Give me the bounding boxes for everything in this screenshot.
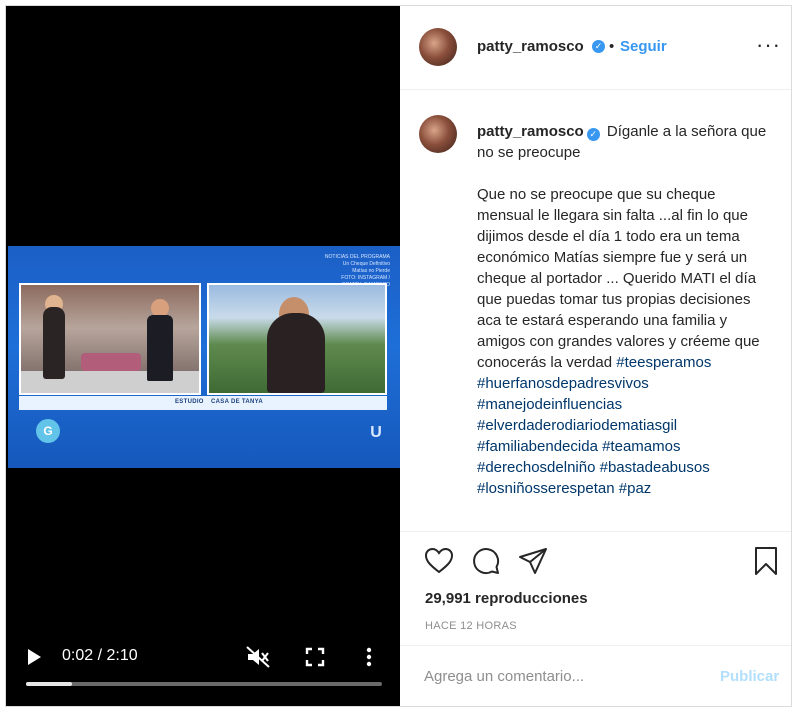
- hashtag-link[interactable]: #bastadeabusos: [600, 459, 710, 476]
- hashtag-link[interactable]: #manejodeinfluencias: [477, 396, 622, 413]
- view-count: 29,991 reproducciones: [425, 590, 588, 607]
- video-controls: 0:02 / 2:10: [6, 634, 400, 694]
- username-link[interactable]: patty_ramosco: [477, 38, 584, 55]
- fullscreen-icon[interactable]: [304, 646, 326, 668]
- post-caption: patty_ramosco ✓ Díganle a la señora que n…: [477, 121, 767, 499]
- label-casa-de-tanya: CASA DE TANYA: [211, 399, 264, 405]
- hashtag-link[interactable]: #elverdaderodiariodematiasgil: [477, 417, 677, 434]
- avatar[interactable]: [419, 28, 457, 66]
- hashtag-link[interactable]: #familiabendecida: [477, 438, 598, 455]
- hashtag-link[interactable]: #huerfanosdepadresvivos: [477, 375, 649, 392]
- video-caption-line: Matías no Pierde: [352, 268, 390, 274]
- more-vertical-icon[interactable]: [361, 646, 377, 668]
- video-time: 0:02 / 2:10: [62, 647, 138, 664]
- remote-panel: [207, 283, 387, 395]
- progress-bar[interactable]: [26, 682, 382, 686]
- play-icon[interactable]: [26, 648, 42, 666]
- separator-dot: •: [609, 38, 615, 55]
- bookmark-icon[interactable]: [751, 546, 781, 576]
- verified-badge-icon: ✓: [592, 40, 605, 53]
- label-estudio: ESTUDIO: [175, 399, 204, 405]
- verified-badge-icon: ✓: [586, 128, 600, 141]
- hashtag-link[interactable]: #teesperamos: [616, 354, 711, 371]
- hashtag-link[interactable]: #derechosdelniño: [477, 459, 595, 476]
- more-horizontal-icon[interactable]: ···: [756, 34, 781, 56]
- publish-button[interactable]: Publicar: [720, 668, 779, 685]
- video-frame: NOTICIAS DEL PROGRAMA Un Cheque Definiti…: [8, 246, 400, 468]
- post-timestamp[interactable]: HACE 12 HORAS: [425, 620, 517, 632]
- post-actions: 29,991 reproducciones HACE 12 HORAS: [400, 531, 791, 645]
- username-link[interactable]: patty_ramosco: [477, 123, 584, 140]
- panel-labels: ESTUDIO CASA DE TANYA: [19, 396, 387, 410]
- caption-body-text: Que no se preocupe que su cheque mensual…: [477, 186, 760, 371]
- show-logo-icon: G: [36, 419, 60, 443]
- video-caption-line: NOTICIAS DEL PROGRAMA: [324, 254, 390, 260]
- heart-icon[interactable]: [424, 546, 454, 576]
- post-sidebar: patty_ramosco ✓ • Seguir ··· patty_ramos…: [400, 6, 791, 706]
- caption-body: Que no se preocupe que su cheque mensual…: [477, 184, 767, 499]
- hashtag-link[interactable]: #teamamos: [602, 438, 680, 455]
- post-caption-area: patty_ramosco ✓ Díganle a la señora que n…: [400, 91, 791, 531]
- hashtag-link[interactable]: #paz: [619, 480, 652, 497]
- network-logo-icon: U: [370, 424, 382, 441]
- mute-icon[interactable]: [246, 646, 270, 668]
- share-icon[interactable]: [518, 546, 548, 576]
- hashtag-link[interactable]: #losniñosserespetan: [477, 480, 615, 497]
- instagram-post-frame: NOTICIAS DEL PROGRAMA Un Cheque Definiti…: [5, 5, 792, 707]
- comment-icon[interactable]: [471, 546, 501, 576]
- comment-form: Publicar: [400, 645, 791, 706]
- comment-input[interactable]: [424, 664, 704, 688]
- avatar[interactable]: [419, 115, 457, 153]
- progress-fill: [26, 682, 73, 686]
- video-player[interactable]: NOTICIAS DEL PROGRAMA Un Cheque Definiti…: [6, 6, 400, 706]
- post-header: patty_ramosco ✓ • Seguir ···: [400, 6, 791, 90]
- follow-button[interactable]: Seguir: [620, 38, 667, 55]
- studio-panel: [19, 283, 201, 395]
- video-caption-line: Un Cheque Definitivo: [342, 261, 390, 267]
